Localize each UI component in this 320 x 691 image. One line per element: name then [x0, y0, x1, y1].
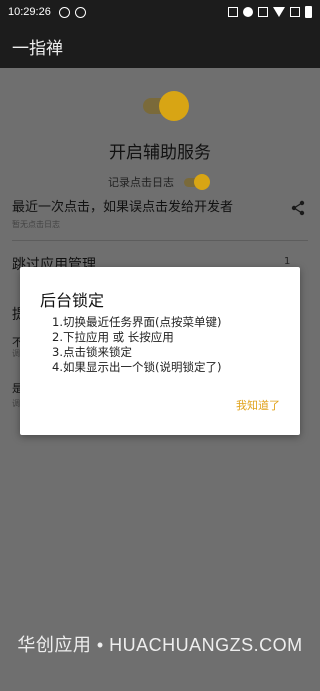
status-bar: 10:29:26: [0, 0, 320, 24]
setting-desc-partial: 调: [12, 349, 20, 358]
last-click-label: 最近一次点击，如果误点击发给开发者: [12, 200, 234, 215]
minus-circle-icon: [243, 7, 253, 17]
nfc-icon: [228, 7, 238, 17]
dialog-line: 2.下拉应用 或 长按应用: [52, 330, 174, 344]
dialog-line: 4.如果显示出一个锁(说明锁定了): [52, 360, 222, 374]
dialog-line: 1.切换最近任务界面(点按菜单键): [52, 315, 222, 329]
background-lock-dialog: 后台锁定 1.切换最近任务界面(点按菜单键) 2.下拉应用 或 长按应用 3.点…: [20, 267, 300, 435]
silent-icon: [58, 6, 70, 18]
main-content: 开启辅助服务 记录点击日志 最近一次点击，如果误点击发给开发者 暂无点击日志 跳…: [0, 68, 320, 691]
no-sim-icon: [290, 7, 300, 17]
setting-desc-partial-2: 调: [12, 399, 20, 408]
app-title: 一指禅: [12, 38, 63, 59]
empty-log-text: 暂无点击日志: [12, 220, 60, 229]
divider: [12, 240, 308, 241]
service-title: 开启辅助服务: [109, 143, 211, 163]
circle-icon: [74, 6, 86, 18]
log-toggle-thumb: [194, 174, 210, 190]
wifi-icon: [273, 7, 285, 17]
log-row: 记录点击日志: [108, 174, 210, 190]
dialog-title: 后台锁定: [40, 291, 105, 310]
dialog-instructions: 1.切换最近任务界面(点按菜单键) 2.下拉应用 或 长按应用 3.点击锁来锁定…: [52, 315, 221, 375]
watermark: 华创应用 • HUACHUANGZS.COM: [17, 635, 303, 655]
log-label: 记录点击日志: [108, 176, 174, 189]
battery-icon: [305, 6, 312, 18]
vibrate-icon: [258, 7, 268, 17]
service-toggle[interactable]: [143, 91, 191, 121]
status-time: 10:29:26: [8, 6, 51, 18]
app-bar: 一指禅: [0, 24, 320, 68]
service-toggle-thumb: [159, 91, 189, 121]
dialog-line: 3.点击锁来锁定: [52, 345, 132, 359]
dialog-confirm-button[interactable]: 我知道了: [236, 397, 280, 413]
share-icon[interactable]: [290, 200, 306, 216]
skip-apps-count: 1: [284, 256, 291, 267]
log-toggle[interactable]: [184, 174, 210, 190]
